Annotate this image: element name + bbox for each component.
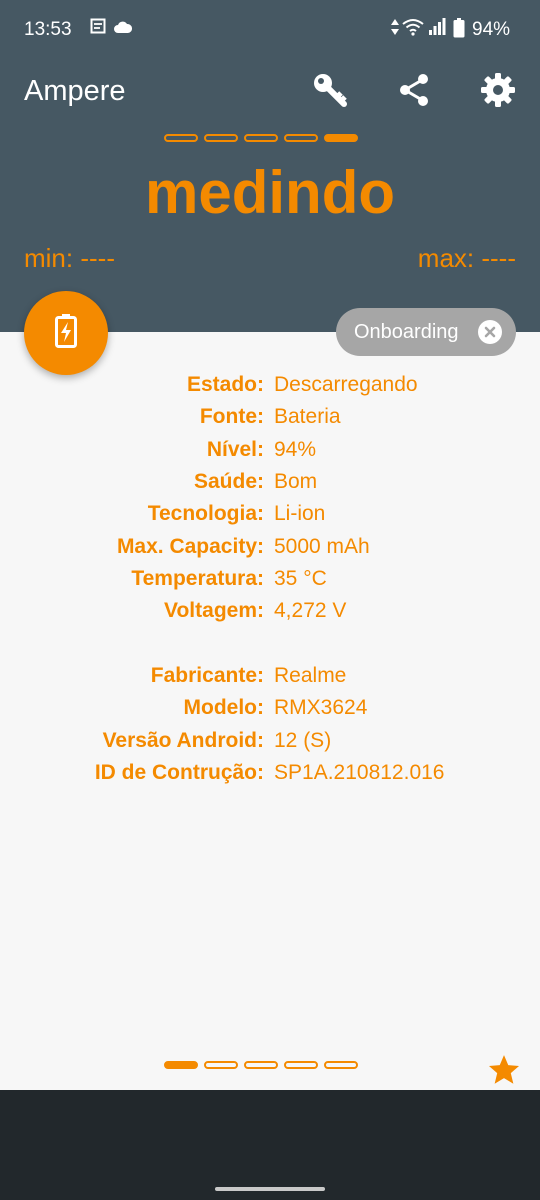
pager-dot[interactable]	[244, 1061, 278, 1069]
info-row-fonte: Fonte: Bateria	[0, 401, 540, 433]
info-value: Bateria	[274, 405, 341, 429]
info-value: Bom	[274, 470, 318, 494]
min-value: min: ----	[24, 243, 115, 273]
info-key: Fonte:	[199, 405, 264, 429]
app-header: Ampere medindo min: ---- max: ----	[0, 48, 540, 332]
info-row-voltagem: Voltagem: 4,272 V	[0, 595, 540, 627]
info-value: Descarregando	[274, 373, 418, 397]
info-row-estado: Estado: Descarregando	[0, 369, 540, 401]
info-key: Versão Android:	[102, 728, 264, 752]
star-icon[interactable]	[487, 1053, 521, 1092]
battery-fab[interactable]	[24, 291, 108, 375]
info-key: Nível:	[206, 437, 264, 461]
info-key: Estado:	[186, 373, 264, 397]
measurement-state: medindo	[145, 159, 395, 226]
pager-dot[interactable]	[204, 134, 238, 142]
pager-dot-active[interactable]	[164, 1061, 198, 1069]
info-value: 4,272 V	[274, 599, 347, 623]
battery-percent: 94%	[472, 19, 511, 40]
pager-dot[interactable]	[244, 134, 278, 142]
close-icon[interactable]	[478, 320, 502, 344]
info-row-temperatura: Temperatura: 35 °C	[0, 563, 540, 595]
pager-dot[interactable]	[284, 134, 318, 142]
info-key: Max. Capacity:	[116, 534, 264, 558]
app-title: Ampere	[24, 75, 126, 107]
battery-info: Estado: Descarregando Fonte: Bateria Nív…	[0, 369, 540, 627]
system-nav-bar	[0, 1090, 540, 1200]
status-bar: 13:53 94%	[0, 0, 540, 48]
info-row-android: Versão Android: 12 (S)	[0, 725, 540, 757]
wifi-icon	[402, 18, 424, 41]
pager-dot-active[interactable]	[324, 134, 358, 142]
settings-button[interactable]	[474, 68, 522, 116]
battery-icon	[453, 18, 465, 43]
info-key: Tecnologia:	[147, 502, 264, 526]
info-pager	[164, 1061, 358, 1069]
info-value: 94%	[274, 437, 317, 461]
key-button[interactable]	[306, 68, 354, 116]
info-key: ID de Contrução:	[94, 761, 264, 785]
info-key: Voltagem:	[164, 599, 264, 623]
info-row-capacity: Max. Capacity: 5000 mAh	[0, 530, 540, 562]
info-value: 35 °C	[274, 566, 327, 590]
info-row-modelo: Modelo: RMX3624	[0, 692, 540, 724]
pager-dot[interactable]	[284, 1061, 318, 1069]
battery-charging-icon	[55, 313, 77, 353]
share-button[interactable]	[390, 68, 438, 116]
pager-dot[interactable]	[204, 1061, 238, 1069]
settings-icon	[479, 71, 517, 114]
onboarding-chip[interactable]: Onboarding	[336, 308, 516, 356]
info-key: Modelo:	[183, 696, 264, 720]
data-arrows-icon	[390, 18, 400, 41]
info-value: RMX3624	[274, 696, 368, 720]
info-key: Temperatura:	[131, 566, 264, 590]
info-row-tecnologia: Tecnologia: Li-ion	[0, 498, 540, 530]
info-key: Fabricante:	[150, 664, 264, 688]
pager-dot[interactable]	[324, 1061, 358, 1069]
key-icon	[310, 70, 350, 115]
device-info: Fabricante: Realme Modelo: RMX3624 Versã…	[0, 660, 540, 789]
share-icon	[396, 72, 432, 113]
info-row-build-id: ID de Contrução: SP1A.210812.016	[0, 757, 540, 789]
cloud-icon	[114, 20, 133, 38]
home-gesture-handle[interactable]	[215, 1187, 325, 1191]
info-row-nivel: Nível: 94%	[0, 434, 540, 466]
info-row-saude: Saúde: Bom	[0, 466, 540, 498]
info-key: Saúde:	[193, 470, 264, 494]
signal-icon	[428, 18, 446, 41]
notes-icon	[90, 18, 106, 39]
status-time: 13:53	[24, 19, 72, 40]
info-value: 12 (S)	[274, 728, 332, 752]
max-value: max: ----	[417, 243, 516, 273]
onboarding-chip-label: Onboarding	[354, 321, 459, 343]
info-value: Realme	[274, 664, 347, 688]
info-value: Li-ion	[274, 502, 326, 526]
pager-dot[interactable]	[164, 134, 198, 142]
info-row-fabricante: Fabricante: Realme	[0, 660, 540, 692]
info-value: SP1A.210812.016	[274, 761, 445, 785]
measurement-pager	[164, 134, 358, 142]
info-value: 5000 mAh	[274, 534, 370, 558]
